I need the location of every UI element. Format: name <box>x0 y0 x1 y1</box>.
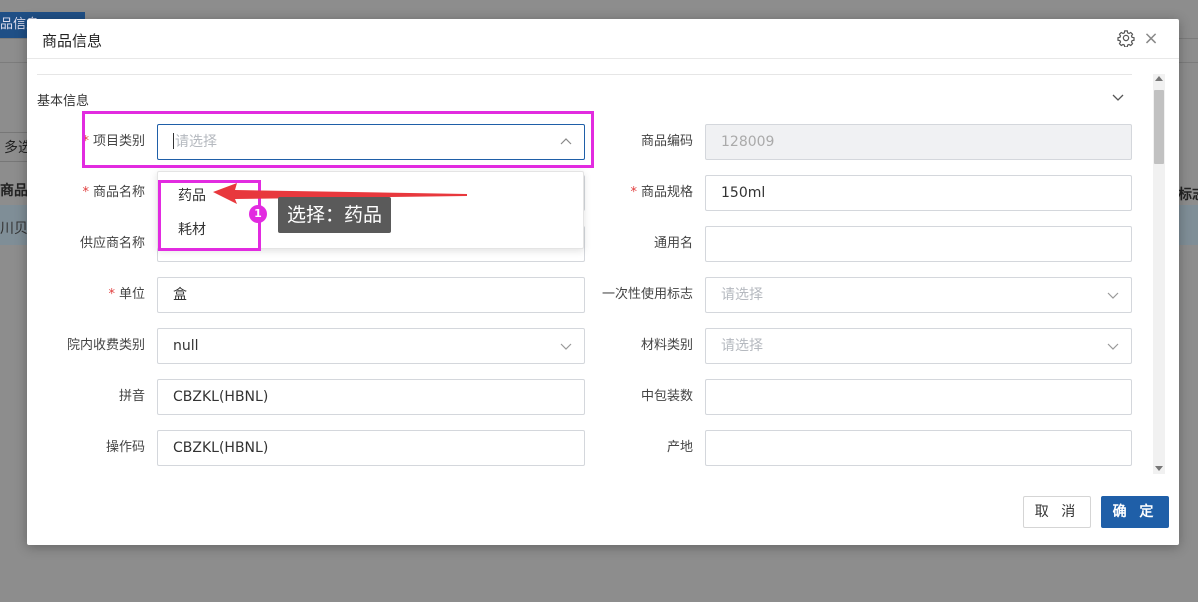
generic-name-input[interactable] <box>705 226 1132 262</box>
label-origin: 产地 <box>666 440 693 455</box>
dialog-title: 商品信息 <box>42 32 103 50</box>
middle-package-input[interactable] <box>705 379 1132 415</box>
product-code-input: 128009 <box>705 124 1132 160</box>
disposable-flag-select[interactable]: 请选择 <box>705 277 1132 313</box>
origin-input[interactable] <box>705 430 1132 466</box>
confirm-button[interactable]: 确 定 <box>1101 496 1169 528</box>
chevron-down-icon <box>560 343 572 350</box>
unit-input[interactable]: 盒 <box>157 277 585 313</box>
product-info-dialog: 商品信息 × 基本信息 * 项目类别 请选择 * 商品名称 供应商名称 * 单位 盒 <box>27 19 1179 545</box>
step-badge: 1 <box>249 205 267 223</box>
gear-icon[interactable] <box>1117 29 1135 47</box>
scroll-down-arrow-icon[interactable] <box>1155 466 1163 471</box>
label-disposable-flag: 一次性使用标志 <box>601 287 693 302</box>
material-category-select[interactable]: 请选择 <box>705 328 1132 364</box>
close-icon[interactable]: × <box>1143 30 1159 48</box>
scrollbar[interactable] <box>1153 74 1165 474</box>
section-title: 基本信息 <box>37 94 90 109</box>
scroll-up-arrow-icon[interactable] <box>1155 76 1163 81</box>
label-generic-name: 通用名 <box>653 236 693 251</box>
pinyin-input[interactable]: CBZKL(HBNL) <box>157 379 585 415</box>
chevron-down-icon[interactable] <box>1111 90 1125 104</box>
label-supplier-name: 供应商名称 <box>79 236 145 251</box>
product-spec-input[interactable]: 150ml <box>705 175 1132 211</box>
highlight-box-category <box>82 111 594 168</box>
label-material-category: 材料类别 <box>640 338 693 353</box>
label-product-name: * 商品名称 <box>82 185 145 200</box>
label-fee-category: 院内收费类别 <box>66 338 145 353</box>
operation-code-input[interactable]: CBZKL(HBNL) <box>157 430 585 466</box>
label-unit: * 单位 <box>108 287 145 302</box>
chevron-down-icon <box>1107 292 1119 299</box>
dialog-header: 商品信息 × <box>27 19 1179 59</box>
bg-table-header-right: 标志 <box>1178 187 1198 203</box>
cancel-button[interactable]: 取 消 <box>1023 496 1091 528</box>
divider <box>37 74 1132 75</box>
bg-multi-select: 多选 <box>0 132 30 162</box>
label-product-code: 商品编码 <box>640 134 693 149</box>
annotation-label: 选择：药品 <box>278 197 392 233</box>
bg-row-text: 川贝 <box>0 221 28 237</box>
label-middle-package: 中包装数 <box>640 389 693 404</box>
scrollbar-thumb[interactable] <box>1154 90 1164 164</box>
label-operation-code: 操作码 <box>105 440 145 455</box>
label-pinyin: 拼音 <box>118 389 145 404</box>
chevron-down-icon <box>1107 343 1119 350</box>
label-product-spec: * 商品规格 <box>630 185 693 200</box>
fee-category-select[interactable]: null <box>157 328 585 364</box>
